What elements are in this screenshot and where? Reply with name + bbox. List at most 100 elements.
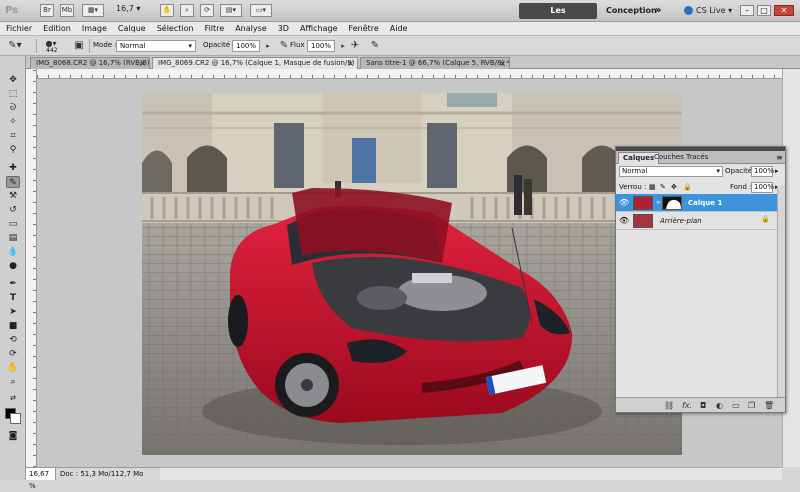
lock-transparency-icon[interactable]: ▦ (649, 183, 656, 191)
vertical-ruler[interactable] (26, 69, 37, 467)
close-icon[interactable]: × (499, 58, 506, 69)
menu-image[interactable]: Image (76, 22, 112, 36)
menu-edition[interactable]: Edition (37, 22, 76, 36)
menu-selection[interactable]: Sélection (151, 22, 199, 36)
opacity-slider-arrow-icon[interactable]: ▸ (775, 167, 779, 175)
hand-tool-icon[interactable]: ✋ (160, 4, 174, 17)
menu-analyse[interactable]: Analyse (229, 22, 272, 36)
application-bar: Ps Br Mb ▦▾ 16,7 ▾ ✋ ⌕ ⟳ ▤▾ ▭▾ Les indis… (0, 0, 800, 31)
menu-affichage[interactable]: Affichage (294, 22, 343, 36)
mask-icon[interactable]: ◘ (700, 400, 706, 411)
blur-tool-icon[interactable]: 💧 (6, 246, 20, 258)
brush-tool-icon[interactable]: ✎ (6, 176, 20, 188)
menu-fenetre[interactable]: Fenêtre (343, 22, 384, 36)
history-brush-tool-icon[interactable]: ↺ (6, 204, 20, 216)
more-workspaces-button[interactable]: » (655, 3, 661, 19)
opacity-field[interactable]: 100% (232, 40, 260, 52)
workspace-essentials-button[interactable]: Les indispensables (519, 3, 597, 31)
lock-all-icon[interactable]: 🔒 (683, 183, 692, 191)
group-icon[interactable]: ▭ (732, 400, 740, 411)
menu-filtre[interactable]: Filtre (199, 22, 230, 36)
rotate-view-icon[interactable]: ⟳ (200, 4, 214, 17)
close-button[interactable]: ✕ (774, 5, 794, 16)
clone-stamp-tool-icon[interactable]: ⚒ (6, 190, 20, 202)
lock-pixels-icon[interactable]: ✎ (660, 183, 666, 191)
type-tool-icon[interactable]: T (6, 292, 20, 304)
bridge-icon[interactable]: Br (40, 4, 54, 17)
swap-colors-icon[interactable]: ⇄ (6, 392, 20, 404)
path-selection-tool-icon[interactable]: ➤ (6, 306, 20, 318)
menu-aide[interactable]: Aide (384, 22, 413, 36)
pressure-opacity-icon[interactable]: ✎ (277, 39, 291, 53)
crop-tool-icon[interactable]: ⌗ (6, 130, 20, 142)
layer-row-arriere-plan[interactable]: 👁 Arrière-plan 🔒 (616, 212, 777, 230)
maximize-button[interactable]: □ (757, 5, 771, 16)
layer-opacity-field[interactable]: 100% (751, 166, 774, 177)
eraser-tool-icon[interactable]: ▭ (6, 218, 20, 230)
airbrush-icon[interactable]: ✈ (348, 39, 362, 53)
status-zoom-field[interactable]: 16,67 % (26, 468, 56, 490)
doc-tab-sans-titre[interactable]: Sans titre-1 @ 66,7% (Calque 5, RVB/8) *… (360, 57, 510, 69)
move-tool-icon[interactable]: ✥ (6, 74, 20, 86)
doc-tab-img8068[interactable]: IMG_8068.CR2 @ 16,7% (RVB/8) × (30, 57, 150, 69)
spot-healing-tool-icon[interactable]: ✚ (6, 162, 20, 174)
tab-traces[interactable]: Tracés (682, 152, 712, 164)
menu-fichier[interactable]: Fichier (0, 22, 37, 36)
brush-tool-preset-icon[interactable]: ✎▾ (8, 39, 22, 53)
zoom-tool-icon[interactable]: ⌕ (180, 4, 194, 17)
layer-mask-thumbnail[interactable] (662, 196, 682, 210)
eye-icon[interactable]: 👁 (619, 216, 629, 226)
doc-tab-img8069[interactable]: IMG_8069.CR2 @ 16,7% (Calque 1, Masque d… (152, 57, 358, 69)
minimize-button[interactable]: – (740, 5, 754, 16)
menu-calque[interactable]: Calque (112, 22, 151, 36)
fill-field[interactable]: 100% (751, 182, 774, 193)
marquee-tool-icon[interactable]: ⬚ (6, 88, 20, 100)
mini-bridge-icon[interactable]: Mb (60, 4, 74, 17)
trash-icon[interactable]: 🗑 (764, 400, 774, 411)
quick-mask-icon[interactable]: ◙ (6, 430, 20, 442)
view-extras-icon[interactable]: ▦▾ (82, 4, 104, 17)
layers-scrollbar[interactable] (777, 186, 785, 397)
panel-menu-icon[interactable]: ≡ (772, 152, 787, 164)
fx-icon[interactable]: fx. (682, 400, 692, 411)
cs-live-label: CS Live (696, 6, 726, 15)
close-icon[interactable]: × (347, 58, 354, 69)
opacity-slider-arrow-icon[interactable]: ▸ (261, 39, 275, 53)
mask-link-icon[interactable]: ∞ (656, 197, 661, 209)
gradient-tool-icon[interactable]: ▤ (6, 232, 20, 244)
horizontal-scrollbar[interactable] (160, 467, 782, 480)
zoom-tool-icon[interactable]: ⌕ (6, 376, 20, 388)
blend-mode-select[interactable]: Normal ▾ (619, 166, 723, 177)
layer-name[interactable]: Calque 1 (688, 197, 722, 209)
layer-name[interactable]: Arrière-plan (660, 215, 702, 227)
lock-position-icon[interactable]: ✥ (671, 183, 677, 191)
adjustment-icon[interactable]: ◐ (716, 400, 723, 411)
zoom-level-select[interactable]: 16,7 ▾ (116, 4, 140, 13)
pen-tool-icon[interactable]: ✒ (6, 278, 20, 290)
eye-icon[interactable]: 👁 (619, 198, 629, 208)
document-image[interactable] (142, 93, 682, 455)
quick-selection-tool-icon[interactable]: ✧ (6, 116, 20, 128)
background-color-swatch[interactable] (10, 413, 21, 424)
horizontal-ruler[interactable] (37, 69, 782, 79)
workspace-design-button[interactable]: Conception (606, 3, 657, 19)
menu-3d[interactable]: 3D (272, 22, 294, 36)
brush-panel-icon[interactable]: ▣ (72, 39, 86, 53)
dodge-tool-icon[interactable]: ● (6, 260, 20, 272)
eyedropper-tool-icon[interactable]: ⚲ (6, 144, 20, 156)
mode-select[interactable]: Normal ▾ (116, 40, 196, 52)
link-icon[interactable]: ⛓ (664, 400, 674, 411)
cs-live-button[interactable]: CS Live ▾ (684, 3, 732, 19)
layer-row-calque-1[interactable]: 👁 ∞ Calque 1 (616, 194, 777, 212)
lasso-tool-icon[interactable]: ᘐ (6, 102, 20, 114)
new-layer-icon[interactable]: ❐ (748, 400, 755, 411)
3d-camera-tool-icon[interactable]: ⟳ (6, 348, 20, 360)
shape-tool-icon[interactable]: ■ (6, 320, 20, 332)
arrange-documents-icon[interactable]: ▤▾ (220, 4, 242, 17)
hand-tool-icon[interactable]: ✋ (6, 362, 20, 374)
screen-mode-icon[interactable]: ▭▾ (250, 4, 272, 17)
3d-rotate-tool-icon[interactable]: ⟲ (6, 334, 20, 346)
pressure-size-icon[interactable]: ✎ (368, 39, 382, 53)
flow-field[interactable]: 100% (307, 40, 335, 52)
close-icon[interactable]: × (139, 58, 146, 69)
